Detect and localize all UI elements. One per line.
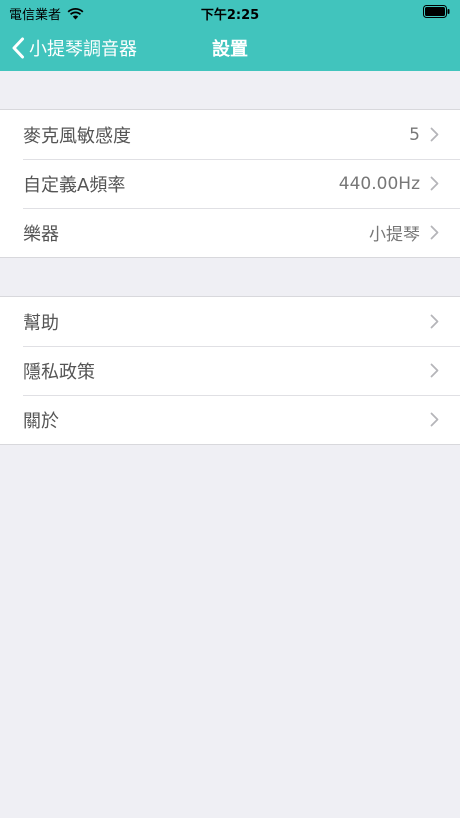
chevron-right-icon — [430, 176, 439, 191]
status-time: 下午2:25 — [200, 8, 260, 23]
mic-sensitivity-row[interactable]: 麥克風敏感度 5 — [0, 110, 460, 159]
chevron-right-icon — [430, 412, 439, 427]
row-value: 5 — [409, 124, 420, 145]
status-bar: 電信業者 下午2:25 — [0, 0, 460, 24]
about-row[interactable]: 關於 — [0, 395, 460, 444]
row-value: 440.00Hz — [338, 173, 420, 194]
chevron-right-icon — [430, 127, 439, 142]
help-row[interactable]: 幫助 — [0, 297, 460, 346]
row-label: 幫助 — [23, 312, 59, 334]
row-label: 樂器 — [23, 223, 59, 245]
chevron-right-icon — [430, 225, 439, 240]
privacy-policy-row[interactable]: 隱私政策 — [0, 346, 460, 395]
instrument-row[interactable]: 樂器 小提琴 — [0, 208, 460, 257]
back-button[interactable]: 小提琴調音器 — [11, 34, 137, 62]
row-label: 自定義A頻率 — [23, 174, 126, 196]
row-value: 小提琴 — [369, 225, 420, 245]
settings-group: 麥克風敏感度 5 自定義A頻率 440.00Hz 樂器 小提琴 — [0, 109, 460, 258]
navigation-bar: 小提琴調音器 設置 — [0, 24, 460, 71]
row-label: 隱私政策 — [23, 361, 95, 383]
row-label: 麥克風敏感度 — [23, 125, 131, 147]
header: 電信業者 下午2:25 小提琴調音器 設置 — [0, 0, 460, 71]
row-label: 關於 — [23, 410, 59, 432]
chevron-right-icon — [430, 314, 439, 329]
battery-icon — [423, 5, 450, 18]
back-chevron-icon — [12, 37, 24, 59]
back-button-label: 小提琴調音器 — [29, 39, 137, 60]
custom-a-frequency-row[interactable]: 自定義A頻率 440.00Hz — [0, 159, 460, 208]
chevron-right-icon — [430, 363, 439, 378]
info-group: 幫助 隱私政策 關於 — [0, 296, 460, 445]
